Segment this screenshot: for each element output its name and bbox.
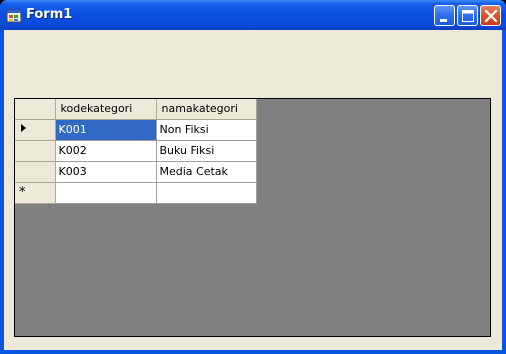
corner-header-cell[interactable] [15,99,56,120]
cell-namakategori[interactable]: Non Fiksi [156,119,257,141]
windows-form-icon [6,9,22,23]
cell-namakategori[interactable]: Buku Fiksi [156,140,257,162]
new-row-indicator-icon: * [19,185,26,200]
current-row-arrow-icon [21,124,26,132]
data-grid-view[interactable]: kodekategori namakategori K001 Non Fiksi… [14,98,491,337]
table-row: K001 Non Fiksi [15,119,257,141]
window-title: Form1 [26,7,73,22]
cell-kodekategori[interactable]: K001 [55,119,157,141]
form1-window: Form1 kodekategori namakategori K001 Non… [0,0,506,354]
header-row: kodekategori namakategori [15,99,257,120]
form-client-area: kodekategori namakategori K001 Non Fiksi… [4,30,502,350]
cell-kodekategori[interactable]: K002 [55,140,157,162]
close-button[interactable] [480,5,501,26]
cell-kodekategori[interactable]: K003 [55,161,157,183]
column-header-kodekategori[interactable]: kodekategori [55,99,157,120]
table-row: K003 Media Cetak [15,161,257,183]
row-header-0[interactable] [15,119,56,141]
row-header-1[interactable] [15,140,56,162]
new-row-header[interactable]: * [15,182,56,204]
maximize-button[interactable] [457,5,478,26]
maximize-icon [462,10,474,22]
minimize-icon [440,19,447,22]
grid-table: kodekategori namakategori K001 Non Fiksi… [15,99,257,204]
cell-namakategori[interactable]: Media Cetak [156,161,257,183]
new-cell-namakategori[interactable] [156,182,257,204]
column-header-namakategori[interactable]: namakategori [156,99,257,120]
new-row: * [15,182,257,204]
table-row: K002 Buku Fiksi [15,140,257,162]
row-header-2[interactable] [15,161,56,183]
new-cell-kodekategori[interactable] [55,182,157,204]
close-icon [484,9,498,23]
minimize-button[interactable] [434,5,455,26]
title-bar[interactable]: Form1 [0,0,506,30]
